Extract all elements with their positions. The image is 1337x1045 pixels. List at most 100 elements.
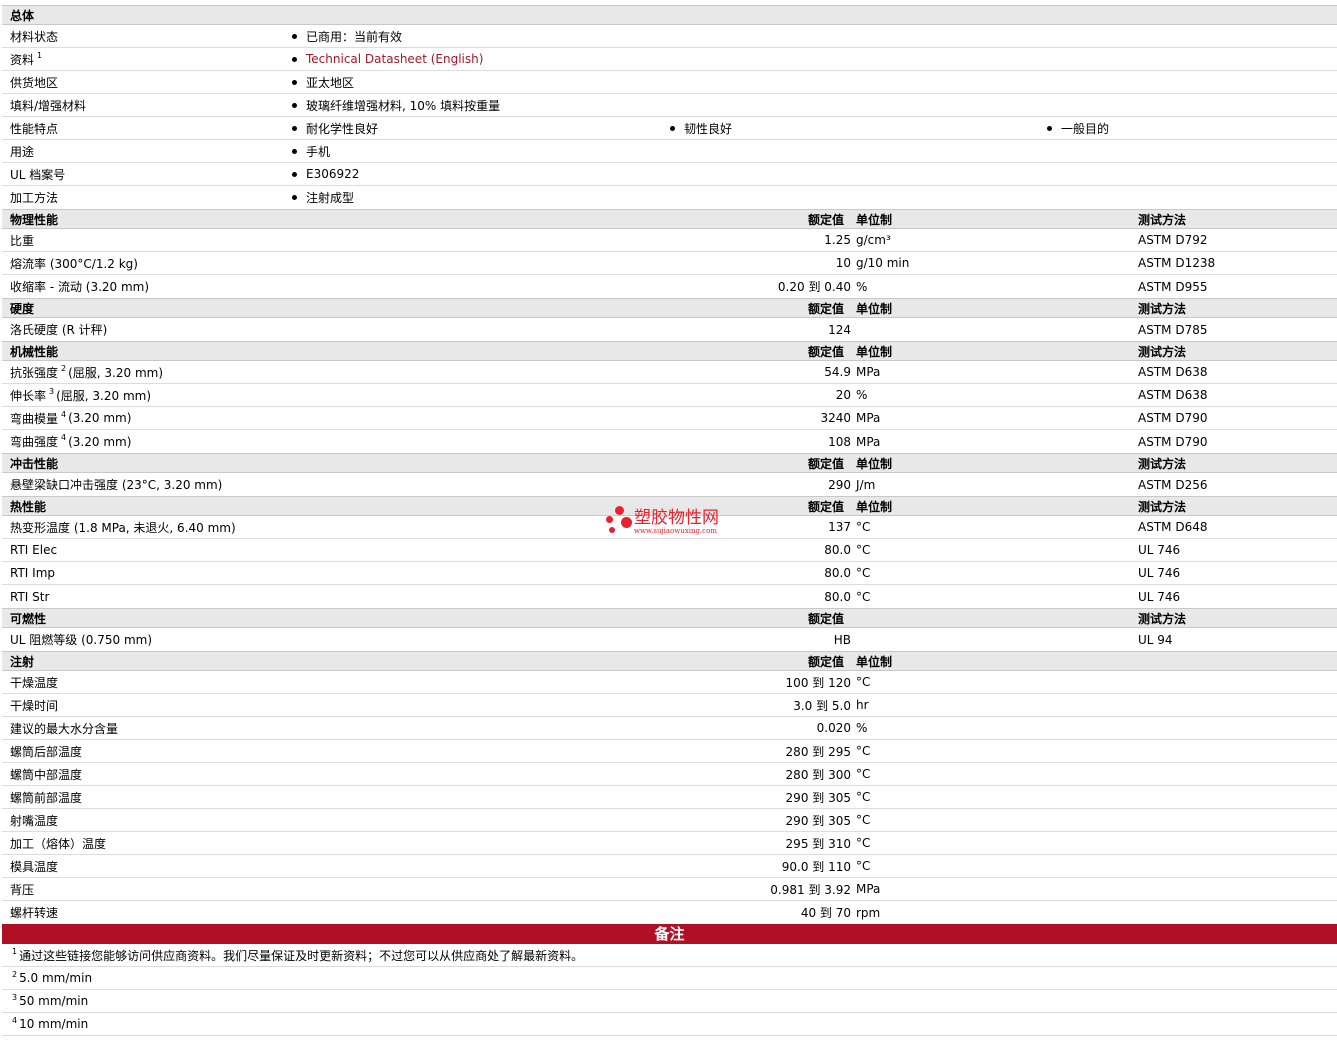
footnote-number: 3	[12, 992, 18, 1002]
test-method: ASTM D256	[1138, 477, 1208, 492]
column-header-method: 测试方法	[1138, 344, 1187, 359]
section-title: 注射	[10, 654, 35, 669]
property-unit: MPa	[856, 365, 881, 379]
row-label: UL 档案号	[10, 167, 66, 182]
bullet-icon	[292, 195, 297, 200]
column-header-unit: 单位制	[856, 344, 893, 359]
row-value: 一般目的	[1061, 121, 1110, 136]
property-row: 加工（熔体）温度 295 到 310 °C	[2, 832, 1337, 855]
property-label: 熔流率 (300°C/1.2 kg)	[10, 256, 138, 271]
footnote-ref: 4	[61, 409, 67, 419]
column-header-value: 额定值	[808, 611, 845, 626]
test-method: ASTM D785	[1138, 322, 1208, 337]
property-unit: °C	[856, 790, 871, 804]
property-value: 80.0	[824, 589, 851, 604]
property-value: 290 到 305	[785, 813, 851, 828]
property-value: 100 到 120	[785, 675, 851, 690]
row-label: 材料状态	[10, 29, 59, 44]
bullet-icon	[292, 171, 297, 177]
test-method: UL 746	[1138, 566, 1181, 580]
section-title: 物理性能	[10, 212, 59, 227]
section-header-mechanical: 机械性能 额定值 单位制 测试方法	[2, 341, 1337, 361]
bullet-item: Technical Datasheet (English)	[292, 48, 483, 70]
property-label: 螺筒中部温度	[10, 767, 83, 782]
property-row: 背压 0.981 到 3.92 MPa	[2, 878, 1337, 901]
property-label: UL 阻燃等级 (0.750 mm)	[10, 633, 153, 647]
property-label: 收缩率 - 流动 (3.20 mm)	[10, 280, 150, 294]
row-label: 加工方法	[10, 191, 59, 205]
property-unit: MPa	[856, 411, 881, 425]
property-label: 模具温度	[10, 859, 59, 874]
property-unit: °C	[856, 543, 871, 557]
test-method: ASTM D792	[1138, 233, 1208, 247]
property-unit: °C	[856, 520, 871, 534]
property-label: 加工（熔体）温度	[10, 836, 107, 851]
property-row: 射嘴温度 290 到 305 °C	[2, 809, 1337, 832]
footnote-ref: 1	[37, 50, 43, 60]
row-label: 用途	[10, 144, 35, 159]
column-header-method: 测试方法	[1138, 611, 1187, 626]
notes-header: 备注	[2, 924, 1337, 944]
section-header-general: 总体	[2, 5, 1337, 25]
property-row: 建议的最大水分含量 0.020%	[2, 717, 1337, 740]
property-label: 螺筒后部温度	[10, 744, 83, 759]
watermark-logo-icon	[606, 505, 632, 539]
bullet-item: 亚太地区	[292, 71, 354, 93]
property-unit: °C	[856, 566, 871, 580]
footnote-ref: 3	[49, 386, 55, 396]
property-row: 弯曲强度 4 (3.20 mm) 108 MPa ASTM D790	[2, 430, 1337, 453]
test-method: ASTM D638	[1138, 365, 1208, 379]
property-value: 295 到 310	[785, 836, 851, 851]
datasheet-link[interactable]: Technical Datasheet (English)	[306, 52, 483, 66]
column-header-value: 额定值	[808, 344, 845, 359]
row-label: 性能特点	[10, 121, 59, 136]
test-method: ASTM D1238	[1138, 256, 1216, 270]
row-filler: 填料/增强材料 玻璃纤维增强材料, 10% 填料按重量	[2, 94, 1337, 117]
section-title: 可燃性	[10, 611, 47, 626]
column-header-unit: 单位制	[856, 301, 893, 316]
property-label: RTI Str	[10, 589, 50, 604]
property-row: 收缩率 - 流动 (3.20 mm) 0.20 到 0.40% ASTM D955	[2, 275, 1337, 298]
note-row: 3 50 mm/min	[2, 990, 1337, 1013]
property-unit: MPa	[856, 882, 881, 896]
property-row: 螺筒前部温度 290 到 305 °C	[2, 786, 1337, 809]
property-value: HB	[833, 632, 851, 647]
property-label: 弯曲强度 4 (3.20 mm)	[10, 433, 132, 449]
test-method: ASTM D648	[1138, 520, 1208, 534]
bullet-icon	[292, 125, 297, 131]
property-label: 伸长率 3 (屈服, 3.20 mm)	[10, 386, 152, 403]
footnote-ref: 4	[61, 433, 67, 442]
property-label: 干燥温度	[10, 675, 59, 690]
footnote-number: 1	[12, 946, 18, 956]
test-method: ASTM D790	[1138, 411, 1208, 425]
column-header-method: 测试方法	[1138, 212, 1187, 227]
property-value: 0.020	[816, 721, 851, 735]
property-value: 80.0	[824, 566, 851, 580]
section-header-impact: 冲击性能 额定值 单位制 测试方法	[2, 453, 1337, 473]
property-row: 螺杆转速 40 到 70 rpm	[2, 901, 1337, 924]
property-unit: °C	[856, 767, 871, 781]
row-processing: 加工方法 注射成型	[2, 186, 1337, 209]
row-value: 注射成型	[306, 191, 355, 205]
row-material-status: 材料状态 已商用：当前有效	[2, 25, 1337, 48]
test-method: UL 746	[1138, 589, 1181, 604]
section-title: 热性能	[10, 499, 47, 514]
row-value: 耐化学性良好	[306, 121, 379, 136]
property-unit: °C	[856, 859, 871, 873]
footnote-ref: 2	[61, 363, 67, 373]
row-features: 性能特点 耐化学性良好 韧性良好 一般目的	[2, 117, 1337, 140]
column-header-value: 额定值	[808, 301, 845, 316]
row-value: 亚太地区	[306, 75, 355, 90]
column-header-unit: 单位制	[856, 212, 893, 227]
note-text: 2 5.0 mm/min	[12, 969, 93, 986]
property-label: RTI Imp	[10, 566, 55, 580]
note-row: 1 通过这些链接您能够访问供应商资料。我们尽量保证及时更新资料；不过您可以从供应商…	[2, 944, 1337, 967]
watermark-title: 塑胶物性网	[634, 507, 719, 528]
row-label: 资料 1	[10, 50, 43, 67]
column-header-unit: 单位制	[856, 456, 893, 471]
row-label: 供货地区	[10, 75, 59, 90]
bullet-item: E306922	[292, 163, 359, 185]
column-header-value: 额定值	[808, 212, 845, 227]
column-header-method: 测试方法	[1138, 301, 1187, 316]
section-title: 机械性能	[10, 344, 59, 359]
